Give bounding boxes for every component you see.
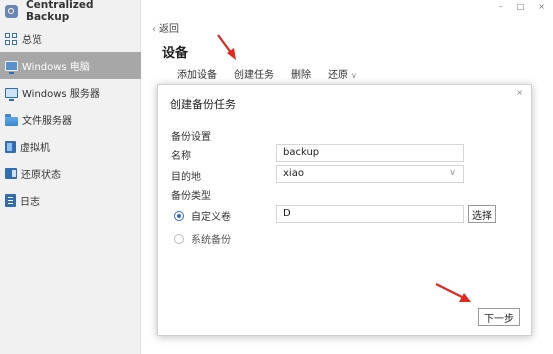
window-controls: – □ × (499, 2, 545, 11)
restore-label: 还原 (328, 70, 348, 81)
page-title: 设备 (162, 46, 189, 61)
custom-volume-label: 自定义卷 (191, 212, 231, 223)
sidebar-item-file-server[interactable]: 文件服务器 (0, 106, 141, 133)
sidebar-item-windows-pc[interactable]: Windows 电脑 (0, 52, 141, 79)
sidebar-item-label: Windows 服务器 (22, 89, 100, 100)
sidebar-nav: 总览 Windows 电脑 Windows 服务器 文件服务器 虚拟机 还原状态… (0, 25, 141, 214)
backup-settings-heading: 备份设置 (171, 132, 211, 143)
name-field[interactable]: backup (276, 144, 464, 162)
radio-unchecked-icon (174, 233, 184, 244)
sidebar-item-overview[interactable]: 总览 (0, 25, 141, 52)
name-label: 名称 (171, 151, 191, 162)
toolbar: 添加设备 创建任务 删除 还原 ∨ (177, 66, 357, 81)
chevron-left-icon: ‹ (152, 24, 156, 35)
folder-icon (5, 114, 18, 126)
sidebar: Centralized Backup 总览 Windows 电脑 Windows… (0, 0, 141, 354)
window-close-button[interactable]: × (538, 2, 545, 11)
sidebar-item-label: 还原状态 (21, 170, 61, 181)
radio-checked-icon (174, 210, 184, 221)
virtual-machine-icon (5, 140, 16, 153)
destination-label: 目的地 (171, 172, 201, 183)
sidebar-item-virtual-machine[interactable]: 虚拟机 (0, 133, 141, 160)
sidebar-item-log[interactable]: 日志 (0, 187, 141, 214)
destination-value: xiao (283, 168, 304, 179)
restore-dropdown-button[interactable]: 还原 ∨ (328, 66, 357, 81)
custom-volume-field[interactable]: D (276, 205, 464, 223)
app-title-text: Centralized Backup (25, 0, 94, 23)
overview-grid-icon (5, 32, 18, 45)
next-button[interactable]: 下一步 (478, 308, 520, 326)
minimize-button[interactable]: – (499, 2, 503, 11)
app-logo-icon (5, 4, 18, 18)
sidebar-item-label: Windows 电脑 (22, 62, 90, 73)
close-icon[interactable]: × (516, 88, 523, 97)
app-title: Centralized Backup (5, 0, 140, 23)
create-task-button[interactable]: 创建任务 (234, 66, 274, 81)
custom-volume-value: D (283, 208, 291, 219)
sidebar-item-label: 文件服务器 (22, 116, 72, 127)
system-backup-radio[interactable]: 系统备份 (174, 231, 231, 246)
sidebar-item-label: 总览 (22, 35, 42, 46)
chevron-down-icon: ∨ (449, 168, 456, 178)
select-button[interactable]: 选择 (468, 205, 496, 223)
backup-type-label: 备份类型 (171, 191, 211, 202)
log-icon (5, 194, 16, 207)
server-monitor-icon (5, 87, 18, 101)
sidebar-item-windows-server[interactable]: Windows 服务器 (0, 79, 141, 106)
back-label: 返回 (159, 24, 179, 35)
restore-icon (5, 168, 17, 179)
annotation-arrow-icon (217, 34, 236, 60)
back-link[interactable]: ‹ 返回 (152, 20, 179, 35)
destination-select[interactable]: xiao ∨ (276, 165, 464, 183)
dialog-title: 创建备份任务 (170, 98, 236, 111)
monitor-icon (5, 60, 18, 74)
name-value: backup (283, 147, 320, 158)
custom-volume-radio[interactable]: 自定义卷 (174, 208, 231, 223)
add-device-button[interactable]: 添加设备 (177, 66, 217, 81)
sidebar-item-label: 日志 (20, 197, 40, 208)
create-backup-task-dialog: 创建备份任务 × 备份设置 名称 backup 目的地 xiao ∨ 备份类型 … (157, 84, 532, 336)
annotation-arrow-icon (435, 283, 471, 302)
sidebar-item-label: 虚拟机 (20, 143, 50, 154)
system-backup-label: 系统备份 (191, 235, 231, 246)
maximize-button[interactable]: □ (517, 2, 525, 11)
delete-button[interactable]: 删除 (291, 66, 311, 81)
chevron-down-icon: ∨ (351, 71, 357, 80)
sidebar-item-restore-status[interactable]: 还原状态 (0, 160, 141, 187)
